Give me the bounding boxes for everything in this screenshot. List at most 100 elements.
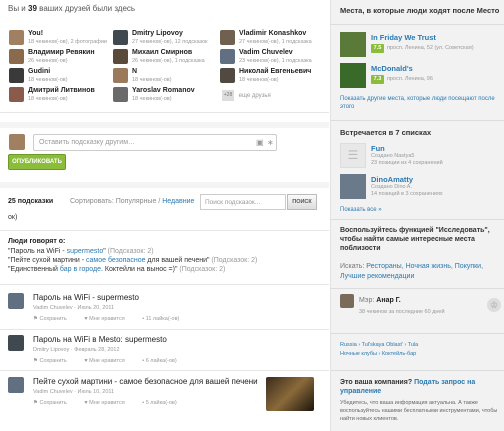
people-say-title: Люди говорят о: — [8, 238, 66, 245]
friend-item[interactable]: Николай Евгеньевич 18 чекинов(-ов) — [220, 68, 324, 86]
list-name[interactable]: DinoAmatty — [371, 175, 413, 184]
friend-item[interactable]: You! 18 чекинов(-ов), 2 фотографии — [9, 30, 113, 48]
people-say-line: "Пароль на WiFi - supermesto" (Подсказок… — [8, 248, 154, 255]
explore-link-nightlife[interactable]: Ночная жизнь — [406, 263, 451, 270]
list-item[interactable]: DinoAmatty Создано Dino A. 14 позиций в … — [340, 174, 500, 200]
friend-name[interactable]: You! — [28, 30, 43, 37]
avatar[interactable] — [8, 377, 24, 393]
avatar — [9, 87, 24, 102]
tips-suffix: ок) — [8, 214, 18, 221]
list-item[interactable]: ☰ Fun Создано Nastya5 23 позиции из 4 со… — [340, 143, 500, 169]
tips-search-button[interactable]: ПОИСК — [287, 194, 317, 210]
venue-photo — [340, 32, 366, 57]
avatar[interactable] — [8, 293, 24, 309]
main-column: Вы и 39 ваших друзей были здесь You! 18 … — [0, 0, 329, 431]
friend-item[interactable]: Yaroslav Romanov 18 чекинов(-ов) — [113, 87, 217, 105]
avatar — [220, 68, 235, 83]
all-lists-link[interactable]: Показать все » — [340, 207, 382, 213]
friend-name[interactable]: Владимир Ревякин — [28, 49, 95, 56]
friend-item[interactable]: Дмитрий Литвинов 18 чекинов(-ов) — [9, 87, 113, 105]
friend-item[interactable]: Vadim Chuvelev 23 чекинов(-ов), 1 подска… — [220, 49, 324, 67]
publish-button[interactable]: ОПУБЛИКОВАТЬ — [8, 154, 66, 170]
divider — [0, 112, 329, 113]
friend-name[interactable]: Vladimir Konashkov — [239, 30, 306, 37]
avatar[interactable] — [8, 335, 24, 351]
venue-rating: 7.3 — [371, 75, 384, 84]
list-photo — [340, 174, 366, 199]
friends-header: Вы и 39 ваших друзей были здесь — [8, 4, 135, 13]
friend-item[interactable]: Владимир Ревякин 26 чекинов(-ов) — [9, 49, 113, 67]
sort-popular[interactable]: Популярные — [116, 198, 157, 205]
explore-link-shopping[interactable]: Покупки — [455, 263, 481, 270]
people-say-link[interactable]: бар в городе — [60, 266, 101, 273]
like-button[interactable]: ♥ Мне нравится — [84, 316, 132, 322]
friend-name[interactable]: Vadim Chuvelev — [239, 49, 293, 56]
avatar — [113, 30, 128, 45]
friend-name[interactable]: N — [132, 68, 137, 75]
more-friends-badge: +28 — [222, 90, 234, 101]
list-count: 23 позиции из 4 сохранений — [371, 160, 443, 166]
explore-prefix: Искать: — [340, 263, 365, 270]
friend-item[interactable]: Михаил Смирнов 26 чекинов(-ов), 1 подска… — [113, 49, 217, 67]
tips-search-input[interactable]: Поиск подсказок... — [200, 194, 286, 210]
venue-item[interactable]: McDonald's 7.3 просп. Ленина, 96 — [340, 63, 500, 89]
divider — [0, 329, 329, 330]
tip-photo[interactable] — [266, 377, 314, 411]
mayor-checkins: 38 чекинов за последние 60 дней — [359, 309, 445, 315]
people-say-link[interactable]: supermesto — [67, 248, 104, 255]
tip-author[interactable]: Vadim Chuvelev · Июль 20, 2011 — [33, 305, 114, 311]
save-button[interactable]: ⚑ Сохранить — [33, 316, 75, 322]
friend-checkins: 18 чекинов(-ов) — [132, 96, 172, 102]
tip-input[interactable]: Оставить подсказку другим… ▣ ∗ — [33, 134, 277, 151]
friend-name[interactable]: Дмитрий Литвинов — [28, 87, 95, 94]
breadcrumb-category[interactable]: Ночные клубы › Коктейль-бар — [340, 350, 500, 359]
crown-icon: ♔ — [487, 298, 501, 312]
list-icon: ☰ — [340, 143, 366, 168]
save-button[interactable]: ⚑ Сохранить — [33, 358, 75, 364]
explore-link-top-picks[interactable]: Лучшие рекомендации — [340, 273, 414, 280]
friend-name[interactable]: Gudini — [28, 68, 50, 75]
friend-name[interactable]: Dmitry Lipovoy — [132, 30, 183, 37]
friend-checkins: 26 чекинов(-ов), 1 подсказка — [132, 58, 205, 64]
tip-author[interactable]: Vadim Chuvelev · Июль 10, 2011 — [33, 389, 114, 395]
like-button[interactable]: ♥ Мне нравится — [84, 358, 132, 364]
divider — [0, 284, 329, 285]
lists-title: Встречается в 7 списках — [340, 128, 432, 137]
mayor-name[interactable]: Анар Г. — [376, 297, 400, 304]
friend-item[interactable]: Dmitry Lipovoy 27 чекинов(-ов), 12 подск… — [113, 30, 217, 48]
friend-name[interactable]: Yaroslav Romanov — [132, 87, 195, 94]
friend-name[interactable]: Михаил Смирнов — [132, 49, 192, 56]
breadcrumb-location[interactable]: Russia › Tul'skaya Oblast' › Tula — [340, 341, 500, 350]
more-friends-link[interactable]: +28 еще друзья — [222, 90, 271, 101]
explore-link-restaurants[interactable]: Рестораны — [366, 263, 401, 270]
avatar — [220, 30, 235, 45]
more-places-link[interactable]: Показать другие места, которые люди посе… — [340, 95, 500, 111]
explore-title: Воспользуйтесь функцией "Исследовать", ч… — [340, 227, 490, 252]
venue-name[interactable]: McDonald's — [371, 64, 413, 73]
camera-icon[interactable]: ▣ — [256, 138, 264, 147]
sort-recent[interactable]: Недавние — [162, 198, 194, 205]
venue-name[interactable]: In Friday We Trust — [371, 33, 436, 42]
save-button[interactable]: ⚑ Сохранить — [33, 400, 75, 406]
avatar — [9, 134, 25, 150]
venue-item[interactable]: In Friday We Trust 7.5 просп. Ленина, 52… — [340, 32, 500, 58]
attach-icon[interactable]: ∗ — [267, 138, 274, 147]
tips-count: 25 подсказки — [8, 198, 54, 205]
divider — [0, 122, 329, 128]
divider — [331, 120, 504, 121]
people-say-link[interactable]: самое безопасное — [86, 257, 145, 264]
tip-item: Пароль на WiFi в Mesto: supermesto Dmitr… — [8, 335, 323, 369]
friend-checkins: 23 чекинов(-ов), 1 подсказка — [239, 58, 312, 64]
claim-description: Убедитесь, что ваша информация актуальна… — [340, 400, 498, 422]
friend-item[interactable]: Gudini 18 чекинов(-ов) — [9, 68, 113, 86]
friend-item[interactable]: Vladimir Konashkov 27 чекинов(-ов), 1 по… — [220, 30, 324, 48]
list-name[interactable]: Fun — [371, 144, 385, 153]
friend-item[interactable]: N 18 чекинов(-ов) — [113, 68, 217, 86]
tip-item: Пейте сухой мартини - самое безопасное д… — [8, 377, 323, 417]
divider — [331, 219, 504, 220]
avatar — [9, 68, 24, 83]
avatar[interactable] — [340, 294, 354, 308]
friend-name[interactable]: Николай Евгеньевич — [239, 68, 311, 75]
tip-author[interactable]: Dmitry Lipovoy · Февраль 28, 2012 — [33, 347, 120, 353]
like-button[interactable]: ♥ Мне нравится — [84, 400, 132, 406]
